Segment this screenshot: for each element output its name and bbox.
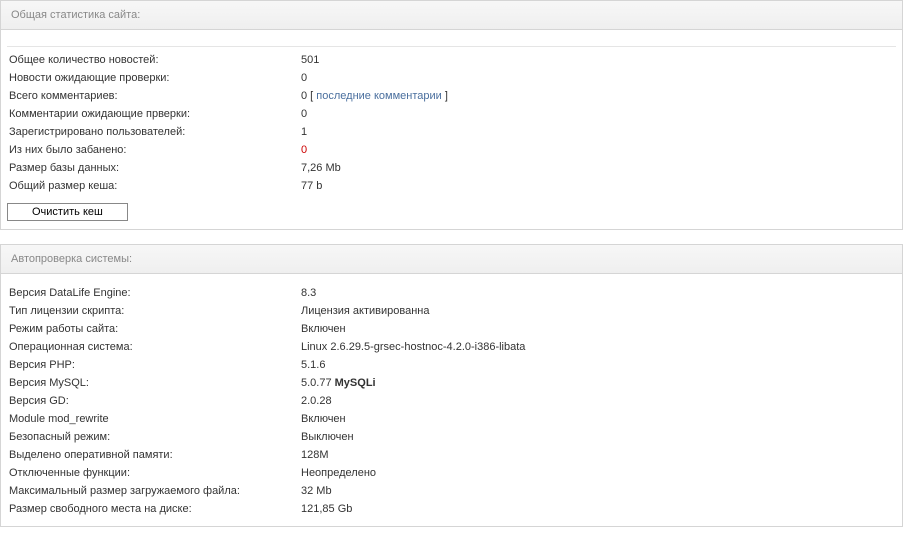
stat-row: Версия DataLife Engine:8.3 (7, 284, 896, 302)
stat-value: Linux 2.6.29.5-grsec-hostnoc-4.2.0-i386-… (301, 338, 896, 356)
stat-value-text: 32 Mb (301, 485, 332, 497)
stat-label: Тип лицензии скрипта: (7, 302, 301, 320)
stat-value: Включен (301, 320, 896, 338)
stat-row: Из них было забанено:0 (7, 141, 896, 159)
stat-label: Режим работы сайта: (7, 320, 301, 338)
stat-value: 121,85 Gb (301, 500, 896, 518)
stat-label: Из них было забанено: (7, 141, 301, 159)
stat-row: Режим работы сайта:Включен (7, 320, 896, 338)
stat-value-text: 501 (301, 54, 319, 66)
stat-label: Максимальный размер загружаемого файла: (7, 482, 301, 500)
stat-value: 0 [ последние комментарии ] (301, 87, 896, 105)
stat-row: Зарегистрировано пользователей:1 (7, 123, 896, 141)
stat-value: Включен (301, 410, 896, 428)
stat-value-text: 128M (301, 449, 329, 461)
system-check-body: Версия DataLife Engine:8.3Тип лицензии с… (1, 274, 902, 526)
stat-value-text: Неопределено (301, 467, 376, 479)
stat-value-bold: MySQLi (335, 377, 376, 389)
stat-value: Неопределено (301, 464, 896, 482)
stat-value: 0 (301, 141, 896, 159)
stat-value-text: 121,85 Gb (301, 503, 352, 515)
stat-value: 77 b (301, 177, 896, 195)
stat-value-text: Выключен (301, 431, 354, 443)
stat-label: Размер свободного места на диске: (7, 500, 301, 518)
stat-value: 32 Mb (301, 482, 896, 500)
stat-value-text: 2.0.28 (301, 395, 332, 407)
divider (7, 46, 896, 47)
stat-row: Версия GD:2.0.28 (7, 392, 896, 410)
site-stats-panel: Общая статистика сайта: Общее количество… (0, 0, 903, 230)
stat-value-text: 7,26 Mb (301, 162, 341, 174)
stat-label: Комментарии ожидающие прверки: (7, 105, 301, 123)
stat-row: Общий размер кеша:77 b (7, 177, 896, 195)
stat-label: Версия PHP: (7, 356, 301, 374)
stat-label: Безопасный режим: (7, 428, 301, 446)
stat-value-text: 1 (301, 126, 307, 138)
stat-row: Комментарии ожидающие прверки:0 (7, 105, 896, 123)
system-check-title: Автопроверка системы: (11, 253, 132, 265)
stat-label: Общее количество новостей: (7, 51, 301, 69)
stat-label: Module mod_rewrite (7, 410, 301, 428)
stat-row: Безопасный режим:Выключен (7, 428, 896, 446)
stat-row: Версия PHP:5.1.6 (7, 356, 896, 374)
stat-label: Зарегистрировано пользователей: (7, 123, 301, 141)
stat-row: Версия MySQL:5.0.77 MySQLi (7, 374, 896, 392)
stat-row: Максимальный размер загружаемого файла:3… (7, 482, 896, 500)
stat-value: 8.3 (301, 284, 896, 302)
stat-label: Новости ожидающие проверки: (7, 69, 301, 87)
stat-value-text: 0 (301, 108, 307, 120)
stat-value: 5.1.6 (301, 356, 896, 374)
stat-label: Версия GD: (7, 392, 301, 410)
recent-comments-link[interactable]: последние комментарии (316, 90, 442, 102)
stat-label: Всего комментариев: (7, 87, 301, 105)
stat-value-text: 5.1.6 (301, 359, 325, 371)
stat-value-text: 5.0.77 (301, 377, 335, 389)
stat-row: Тип лицензии скрипта:Лицензия активирова… (7, 302, 896, 320)
stat-value-text: Включен (301, 323, 346, 335)
stat-value: Выключен (301, 428, 896, 446)
stat-value: 128M (301, 446, 896, 464)
stat-label: Отключенные функции: (7, 464, 301, 482)
stat-value: 0 (301, 69, 896, 87)
stat-value-text: 77 b (301, 180, 322, 192)
stat-label: Операционная система: (7, 338, 301, 356)
stat-value-text: Linux 2.6.29.5-grsec-hostnoc-4.2.0-i386-… (301, 341, 525, 353)
stat-label: Версия MySQL: (7, 374, 301, 392)
stat-value-text: 8.3 (301, 287, 316, 299)
stat-label: Размер базы данных: (7, 159, 301, 177)
link-bracket-close: ] (442, 90, 448, 102)
system-check-header: Автопроверка системы: (1, 245, 902, 274)
stat-value: Лицензия активированна (301, 302, 896, 320)
stat-row: Общее количество новостей:501 (7, 51, 896, 69)
system-check-panel: Автопроверка системы: Версия DataLife En… (0, 244, 903, 527)
stat-label: Версия DataLife Engine: (7, 284, 301, 302)
stat-value-text: Лицензия активированна (301, 305, 430, 317)
stat-value: 0 (301, 105, 896, 123)
stat-row: Отключенные функции:Неопределено (7, 464, 896, 482)
clear-cache-button[interactable]: Очистить кеш (7, 203, 128, 221)
stat-value-text: Включен (301, 413, 346, 425)
stat-row: Новости ожидающие проверки:0 (7, 69, 896, 87)
stat-row: Размер базы данных:7,26 Mb (7, 159, 896, 177)
stat-value: 501 (301, 51, 896, 69)
stat-row: Выделено оперативной памяти:128M (7, 446, 896, 464)
stat-row: Операционная система:Linux 2.6.29.5-grse… (7, 338, 896, 356)
stat-value-text: 0 (301, 72, 307, 84)
site-stats-title: Общая статистика сайта: (11, 9, 140, 21)
stat-row: Размер свободного места на диске:121,85 … (7, 500, 896, 518)
stat-value: 7,26 Mb (301, 159, 896, 177)
stat-label: Выделено оперативной памяти: (7, 446, 301, 464)
stat-row: Module mod_rewriteВключен (7, 410, 896, 428)
stat-value: 1 (301, 123, 896, 141)
stat-label: Общий размер кеша: (7, 177, 301, 195)
stat-value: 2.0.28 (301, 392, 896, 410)
site-stats-header: Общая статистика сайта: (1, 1, 902, 30)
stat-row: Всего комментариев:0 [ последние коммент… (7, 87, 896, 105)
site-stats-body: Общее количество новостей:501Новости ожи… (1, 30, 902, 229)
stat-value-text: 0 (301, 144, 307, 156)
stat-value: 5.0.77 MySQLi (301, 374, 896, 392)
link-bracket-open: [ (307, 90, 316, 102)
